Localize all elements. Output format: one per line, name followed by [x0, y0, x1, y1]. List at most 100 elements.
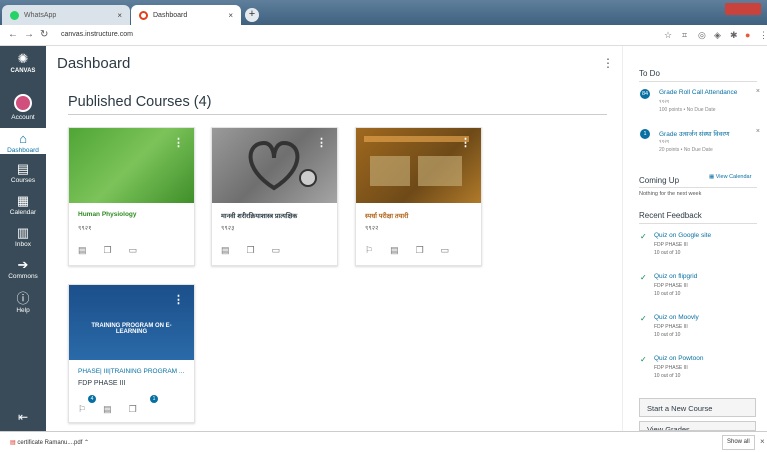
files-icon[interactable]: ▭ — [441, 245, 450, 255]
todo-item[interactable]: 84 Grade Roll Call Attendance ९९२१ 100 p… — [640, 88, 760, 119]
browser-tab-bar: WhatsApp × Dashboard × + — [0, 0, 767, 25]
todo-count-badge: 1 — [640, 129, 650, 139]
nav-dashboard[interactable]: ⌂ Dashboard — [0, 128, 46, 154]
discussions-icon[interactable]: ❐ — [247, 245, 255, 255]
tab-whatsapp[interactable]: WhatsApp × — [2, 5, 130, 25]
announcements-icon[interactable]: ⚐ — [365, 245, 373, 255]
tab-label: Dashboard — [153, 11, 188, 19]
card-options-icon[interactable]: ⋮ — [173, 293, 184, 306]
extension-icon[interactable]: ◎ — [698, 30, 706, 41]
todo-item[interactable]: 1 Grade उत्सर्जन संस्था विवरण ९९२१ 20 po… — [640, 128, 760, 159]
divider — [68, 114, 607, 115]
todo-title[interactable]: Grade Roll Call Attendance — [659, 89, 751, 96]
files-icon[interactable]: ▭ — [129, 245, 138, 255]
show-all-button[interactable]: Show all — [722, 435, 755, 450]
canvas-logo[interactable]: ✺ CANVAS — [0, 52, 46, 75]
feedback-title[interactable]: Quiz on Moovly — [654, 314, 699, 321]
feedback-course: FDP PHASE III — [654, 365, 688, 371]
recent-feedback-heading: Recent Feedback — [639, 211, 702, 220]
assignments-icon[interactable]: ▤ — [221, 245, 230, 255]
nav-courses[interactable]: ▤ Courses — [0, 162, 46, 185]
nav-commons[interactable]: ➔ Commons — [0, 258, 46, 281]
close-tab-icon[interactable]: × — [117, 11, 122, 20]
course-title[interactable]: PHASE| III|TRAINING PROGRAM ... — [78, 368, 190, 375]
reload-icon[interactable]: ↻ — [40, 29, 48, 40]
todo-meta: 20 points • No Due Date — [659, 147, 713, 153]
view-calendar-link[interactable]: ▦ View Calendar — [709, 174, 751, 180]
assignments-icon[interactable]: ▤ — [78, 245, 87, 255]
chevron-up-icon[interactable]: ⌃ — [84, 440, 89, 446]
announcements-icon[interactable]: ⚐ — [78, 404, 86, 414]
todo-course: ९९२१ — [659, 99, 670, 105]
whatsapp-icon — [10, 10, 19, 20]
course-card[interactable]: ⋮ Human Physiology ९९२१ ▤ ❐ ▭ — [68, 127, 195, 266]
checkmark-icon: ✓ — [640, 314, 647, 323]
page-title: Dashboard — [57, 55, 131, 72]
course-title[interactable]: मानवी शरीरक्रियाशास्त्र प्रात्यक्षिक — [221, 211, 333, 220]
course-code: FDP PHASE III — [78, 380, 126, 387]
dismiss-icon[interactable]: × — [756, 88, 760, 95]
nav-calendar[interactable]: ▦ Calendar — [0, 193, 46, 217]
back-icon[interactable]: ← — [8, 29, 18, 40]
todo-meta: 100 points • No Due Date — [659, 107, 716, 113]
download-item[interactable]: ▤ certificate Ramanu....pdf ⌃ — [10, 439, 89, 446]
section-title: Published Courses (4) — [68, 94, 212, 110]
extension-icon[interactable]: ◈ — [714, 30, 721, 41]
todo-course: ९९२१ — [659, 139, 670, 145]
puzzle-icon[interactable]: ✱ — [730, 30, 738, 41]
menu-icon[interactable]: ⋮ — [759, 30, 767, 41]
close-icon[interactable]: × — [760, 437, 765, 446]
coming-up-empty: Nothing for the next week — [639, 191, 702, 197]
unread-badge: 1 — [150, 395, 158, 403]
forward-icon[interactable]: → — [24, 29, 34, 40]
feedback-title[interactable]: Quiz on flipgrid — [654, 273, 697, 280]
course-card-actions: ▤ ❐ ▭ — [221, 245, 297, 256]
close-tab-icon[interactable]: × — [228, 11, 233, 20]
window-controls[interactable] — [725, 3, 761, 15]
dashboard-options-icon[interactable]: ⋮ — [602, 56, 614, 70]
divider — [639, 187, 757, 188]
pdf-icon: ▤ — [10, 440, 16, 446]
collapse-nav-icon[interactable]: ⇤ — [0, 410, 46, 424]
feedback-score: 10 out of 10 — [654, 373, 681, 379]
checkmark-icon: ✓ — [640, 355, 647, 364]
todo-heading: To Do — [639, 69, 660, 78]
course-card[interactable]: ⋮ स्पर्धा परीक्षा तयारी ९९२२ ⚐ ▤ ❐ ▭ — [355, 127, 482, 266]
assignments-icon[interactable]: ▤ — [390, 245, 399, 255]
course-title[interactable]: स्पर्धा परीक्षा तयारी — [365, 211, 477, 220]
nav-inbox[interactable]: ▥ Inbox — [0, 226, 46, 249]
hero-banner-text — [364, 136, 469, 142]
dismiss-icon[interactable]: × — [756, 128, 760, 135]
feedback-title[interactable]: Quiz on Powtoon — [654, 355, 704, 362]
dashboard-icon: ⌂ — [19, 131, 27, 146]
discussions-icon[interactable]: ❐ — [129, 404, 137, 414]
new-tab-button[interactable]: + — [245, 8, 259, 22]
card-options-icon[interactable]: ⋮ — [173, 136, 184, 149]
unread-badge: 4 — [88, 395, 96, 403]
tab-dashboard[interactable]: Dashboard × — [131, 5, 241, 25]
calendar-icon: ▦ — [16, 193, 30, 208]
start-new-course-button[interactable]: Start a New Course — [639, 398, 756, 417]
extension-icon[interactable]: ⌗ — [682, 30, 687, 41]
course-card-actions: ⚐ ▤ ❐ ▭ — [365, 245, 466, 256]
star-icon[interactable]: ☆ — [664, 30, 672, 41]
view-grades-button[interactable]: View Grades — [639, 421, 756, 431]
todo-title[interactable]: Grade उत्सर्जन संस्था विवरण — [659, 129, 751, 138]
course-card[interactable]: ⋮ मानवी शरीरक्रियाशास्त्र प्रात्यक्षिक ९… — [211, 127, 338, 266]
download-bar: ▤ certificate Ramanu....pdf ⌃ Show all × — [0, 431, 767, 452]
avatar — [14, 94, 32, 112]
files-icon[interactable]: ▭ — [272, 245, 281, 255]
course-code: ९९२१ — [78, 225, 92, 232]
assignments-icon[interactable]: ▤ — [103, 404, 112, 414]
course-card[interactable]: TRAINING PROGRAM ON E-LEARNING ⋮ PHASE| … — [68, 284, 195, 423]
discussions-icon[interactable]: ❐ — [416, 245, 424, 255]
url-field[interactable]: canvas.instructure.com — [61, 31, 133, 38]
course-title[interactable]: Human Physiology — [78, 211, 190, 218]
nav-help[interactable]: ⓘ Help — [0, 292, 46, 315]
nav-account[interactable]: Account — [0, 94, 46, 121]
discussions-icon[interactable]: ❐ — [104, 245, 112, 255]
profile-icon[interactable]: ● — [745, 30, 750, 40]
card-options-icon[interactable]: ⋮ — [460, 136, 471, 149]
feedback-title[interactable]: Quiz on Google site — [654, 232, 711, 239]
card-options-icon[interactable]: ⋮ — [316, 136, 327, 149]
